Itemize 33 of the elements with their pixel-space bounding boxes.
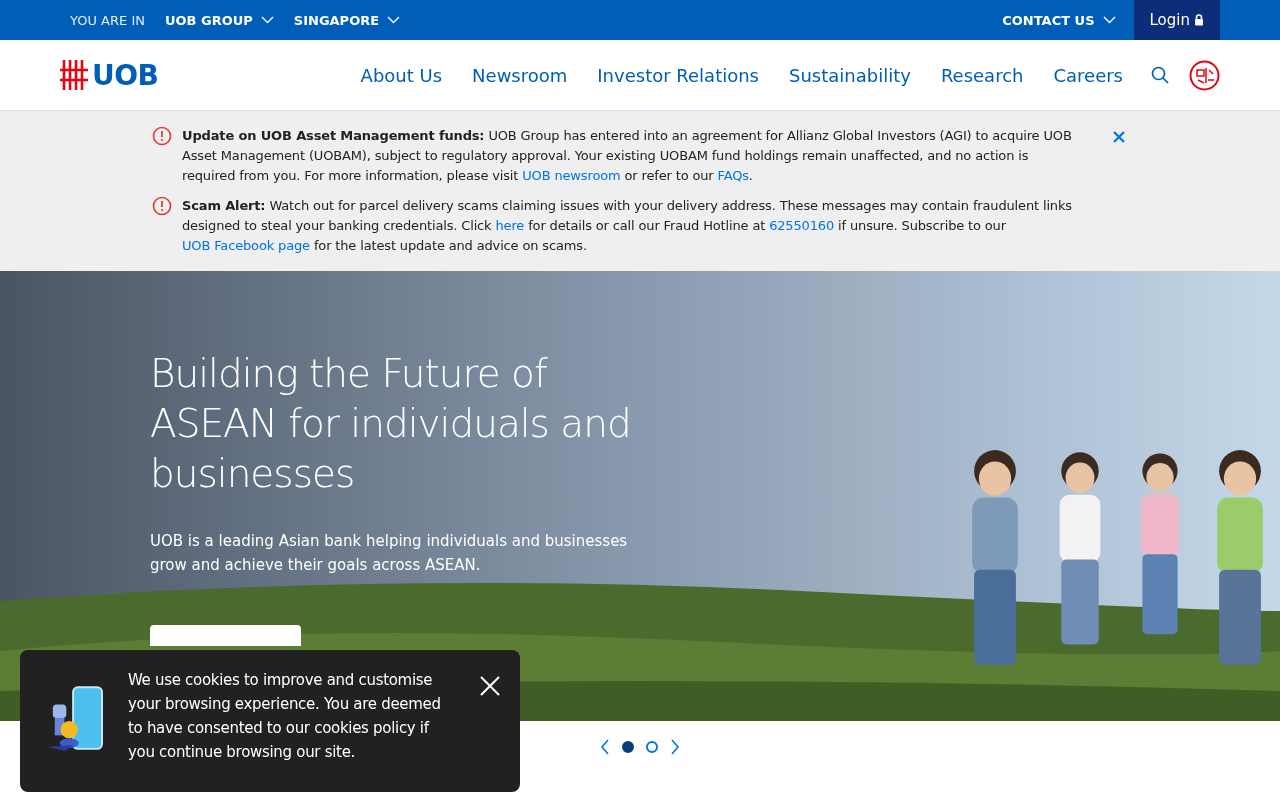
alert-link[interactable]: UOB newsroom — [522, 168, 621, 183]
alert-text: Scam Alert: Watch out for parcel delivery scams claiming issues with your delivery address. These messages may contain fraudulent links designed to steal your banking credentials. Click here for details or call our Fraud Hotline at 62550160 if unsure. Subscribe to our UOB Facebook page for the latest update and advice on scams. — [182, 197, 1073, 255]
alert-link[interactable]: UOB Facebook page — [182, 238, 310, 253]
alert-link[interactable]: here — [495, 218, 525, 233]
chevron-down-icon — [260, 16, 274, 24]
phone-robot-drawing — [48, 684, 104, 754]
carousel-dot[interactable] — [622, 741, 634, 753]
warning-icon — [152, 196, 172, 216]
hero-heading: Building the Future of ASEAN for individuals and businesses — [150, 350, 632, 498]
carousel-dot[interactable] — [646, 741, 658, 753]
warning-icon — [152, 126, 172, 146]
nav-link[interactable]: Sustainability — [789, 64, 911, 86]
nav-link[interactable]: Newsroom — [472, 64, 568, 86]
nav-link[interactable]: About Us — [360, 64, 443, 86]
region-selector[interactable]: SINGAPORE — [293, 12, 401, 28]
nav-link[interactable]: Research — [940, 64, 1024, 86]
contact-us-menu[interactable]: CONTACT US — [1002, 12, 1116, 28]
alert-text: Update on UOB Asset Management funds: UOB Group has entered into an agreement for Allianz Global Investors (AGI) to acquire UOB Asset Management (UOBAM), subject to regulatory approval. Your existing UOBAM fund holdings remain unaffected, and no action is required from you. For more information, please visit UOB newsroom or refer to our FAQs. — [182, 127, 1073, 185]
nav-link[interactable]: Investor Relations — [597, 64, 759, 86]
chevron-down-icon — [1102, 16, 1116, 24]
chevron-down-icon — [387, 16, 401, 24]
seal-icon[interactable] — [1189, 59, 1220, 91]
nav-link[interactable]: Careers — [1053, 64, 1123, 86]
uob-logo[interactable]: UOB — [60, 58, 159, 92]
location-label: YOU ARE IN — [70, 12, 145, 28]
alert-link[interactable]: FAQs — [717, 168, 749, 183]
login-button[interactable]: Login — [1133, 0, 1220, 40]
lock-icon — [1194, 14, 1204, 26]
cookie-message: We use cookies to improve and customise your browsing experience. You are deemed to have consented to our cookies policy if you continue browsing our site. — [127, 670, 442, 763]
region-selector[interactable]: UOB GROUP — [164, 12, 274, 28]
hero-text: UOB is a leading Asian bank helping individuals and businesses grow and achieve their goals across ASEAN. — [150, 531, 629, 576]
search-icon[interactable] — [1151, 66, 1169, 84]
alert-link[interactable]: 62550160 — [769, 218, 835, 233]
